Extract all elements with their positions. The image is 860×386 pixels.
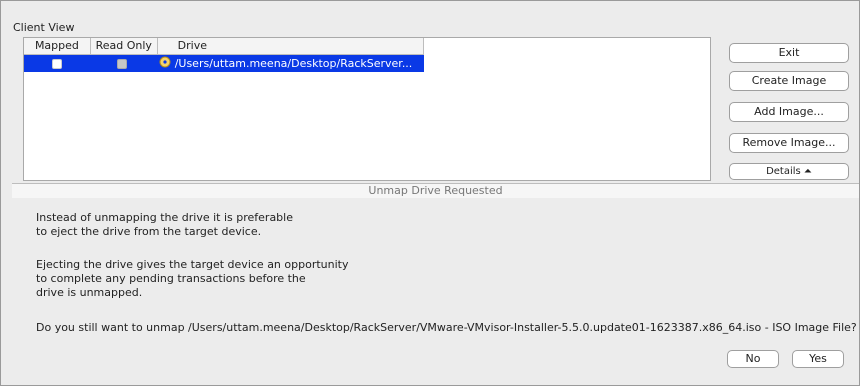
col-read-only[interactable]: Read Only	[91, 38, 158, 54]
exit-button[interactable]: Exit	[729, 43, 849, 63]
no-button[interactable]: No	[727, 350, 779, 368]
drive-cell: /Users/uttam.meena/Desktop/RackServer...	[155, 55, 424, 72]
drive-table: Mapped Read Only Drive /Users/uttam.meen…	[23, 37, 711, 181]
yes-button[interactable]: Yes	[792, 350, 844, 368]
drive-path: /Users/uttam.meena/Desktop/RackServer...	[174, 57, 413, 70]
create-image-button[interactable]: Create Image	[729, 71, 849, 91]
paragraph-2-line-3: drive is unmapped.	[36, 286, 143, 299]
remove-image-button[interactable]: Remove Image...	[729, 133, 849, 153]
read-only-checkbox[interactable]	[117, 58, 128, 69]
client-view-label: Client View	[13, 21, 75, 34]
dialog-title-bar: Unmap Drive Requested	[12, 183, 859, 199]
unmap-dialog: Instead of unmapping the drive it is pre…	[12, 198, 859, 385]
dialog-title: Unmap Drive Requested	[368, 184, 503, 197]
mapped-cell	[24, 55, 89, 72]
table-row[interactable]: /Users/uttam.meena/Desktop/RackServer...	[24, 55, 424, 72]
table-header: Mapped Read Only Drive	[24, 38, 424, 55]
details-button[interactable]: Details ⏶	[729, 163, 849, 180]
col-mapped[interactable]: Mapped	[24, 38, 91, 54]
col-drive[interactable]: Drive	[158, 38, 424, 54]
dialog-question: Do you still want to unmap /Users/uttam.…	[36, 321, 857, 334]
paragraph-2-line-2: to complete any pending transactions bef…	[36, 272, 306, 285]
paragraph-1-line-2: to eject the drive from the target devic…	[36, 225, 262, 238]
mapped-checkbox[interactable]	[51, 58, 62, 69]
add-image-button[interactable]: Add Image...	[729, 102, 849, 122]
paragraph-1-line-1: Instead of unmapping the drive it is pre…	[36, 211, 293, 224]
dialog-paragraph-1: Instead of unmapping the drive it is pre…	[36, 211, 293, 239]
read-only-cell	[89, 55, 154, 72]
client-window: Client View Mapped Read Only Drive /User…	[0, 0, 860, 386]
disk-icon	[159, 56, 171, 71]
dialog-paragraph-2: Ejecting the drive gives the target devi…	[36, 258, 348, 300]
paragraph-2-line-1: Ejecting the drive gives the target devi…	[36, 258, 349, 271]
